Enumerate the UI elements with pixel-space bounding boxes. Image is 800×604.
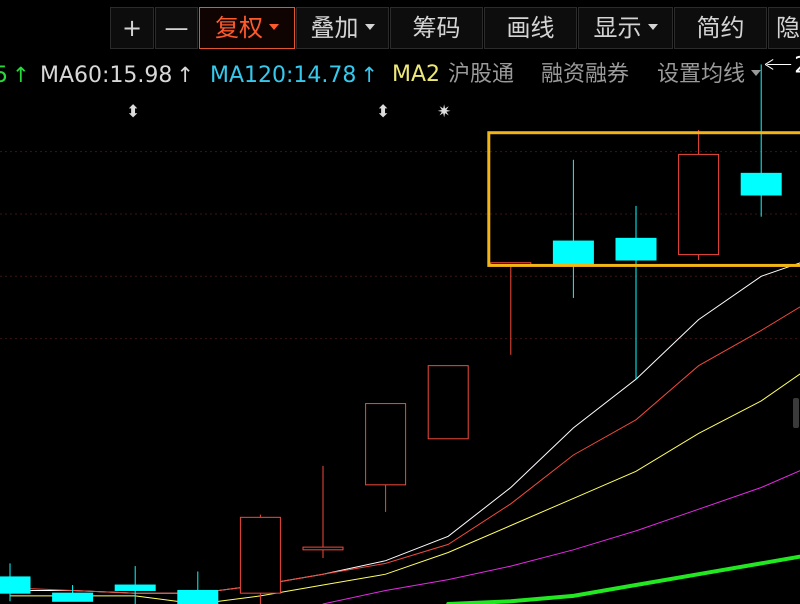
candle-body xyxy=(615,237,657,261)
up-arrow-icon: ↑ xyxy=(12,63,30,87)
candle-body xyxy=(552,240,594,266)
candle-layer xyxy=(0,64,782,604)
indicator-value: MA2 xyxy=(392,62,441,87)
candle-body xyxy=(365,403,407,486)
chevron-down-icon xyxy=(647,24,658,30)
up-arrow-icon: ↑ xyxy=(360,63,379,87)
indicator-ma120: MA120:14.78 ↑ xyxy=(210,56,378,94)
indicator-ma-short: 5 ↑ xyxy=(0,56,30,94)
indicator-value: MA60:15.98 xyxy=(40,63,173,88)
candle[interactable] xyxy=(552,159,594,298)
chart-toolbar: + — 复权 叠加 筹码 画线 显示 简约 隐 xyxy=(0,0,800,50)
up-arrow-icon: ↑ xyxy=(176,63,195,87)
candle-body xyxy=(427,365,469,440)
zoom-in-button[interactable]: + xyxy=(110,7,154,49)
candle[interactable] xyxy=(114,566,156,604)
event-marker-2[interactable]: ⬍ xyxy=(376,102,390,122)
margin-trading-label: 融资融券 xyxy=(541,62,630,87)
indicator-value: 5 xyxy=(0,63,8,88)
candle[interactable] xyxy=(239,514,281,604)
hide-button[interactable]: 隐 xyxy=(768,7,800,49)
simple-mode-label: 简约 xyxy=(696,14,745,42)
chevron-down-icon xyxy=(269,24,279,30)
indicator-ma60: MA60:15.98 ↑ xyxy=(40,56,194,94)
candle-body xyxy=(302,546,344,551)
hide-label: 隐 xyxy=(776,14,800,42)
ma-settings-button[interactable]: 设置均线 xyxy=(657,56,762,94)
candle-body xyxy=(740,172,782,196)
candle-body xyxy=(177,589,219,604)
indicator-row: 5 ↑ MA60:15.98 ↑ MA120:14.78 ↑ MA2 沪股通 融资融券… xyxy=(0,56,800,94)
candle-body xyxy=(239,516,281,594)
candle[interactable] xyxy=(52,585,94,602)
candle[interactable] xyxy=(615,205,657,380)
draw-line-label: 画线 xyxy=(506,14,555,42)
overlay-label: 叠加 xyxy=(310,14,359,42)
margin-trading-button[interactable]: 融资融券 xyxy=(541,56,629,94)
candle-body xyxy=(0,576,31,594)
candle-body xyxy=(678,153,720,256)
indicator-ma250: MA2 xyxy=(392,56,440,94)
adjust-rights-label: 复权 xyxy=(215,14,263,42)
indicator-value: MA120:14.78 xyxy=(210,63,357,88)
hk-connect-label: 沪股通 xyxy=(448,62,515,87)
chevron-down-icon xyxy=(364,24,375,30)
zoom-out-label: — xyxy=(164,14,189,42)
simple-mode-button[interactable]: 简约 xyxy=(674,7,767,49)
candle[interactable] xyxy=(427,365,469,440)
chip-distribution-button[interactable]: 筹码 xyxy=(390,7,483,49)
event-marker-1[interactable]: ⬍ xyxy=(126,102,140,122)
event-marker-3[interactable]: ✷ xyxy=(437,102,451,122)
draw-line-button[interactable]: 画线 xyxy=(484,7,577,49)
chevron-down-icon xyxy=(751,70,762,76)
scrollbar-thumb[interactable] xyxy=(793,398,799,428)
display-button[interactable]: 显示 xyxy=(578,7,673,49)
zoom-out-button[interactable]: — xyxy=(155,7,198,49)
adjust-rights-button[interactable]: 复权 xyxy=(199,7,295,49)
candle-body xyxy=(114,584,156,591)
candle[interactable] xyxy=(177,571,219,604)
hk-connect-button[interactable]: 沪股通 xyxy=(448,56,515,94)
chip-distribution-label: 筹码 xyxy=(412,14,461,42)
candle[interactable] xyxy=(365,403,407,512)
ma-settings-label: 设置均线 xyxy=(657,62,746,87)
display-label: 显示 xyxy=(593,14,642,42)
candle-body xyxy=(52,592,94,602)
ma-line-green xyxy=(446,554,800,604)
candle[interactable] xyxy=(678,130,720,261)
candle[interactable] xyxy=(302,465,344,558)
zoom-in-label: + xyxy=(121,14,143,42)
overlay-button[interactable]: 叠加 xyxy=(296,7,389,49)
